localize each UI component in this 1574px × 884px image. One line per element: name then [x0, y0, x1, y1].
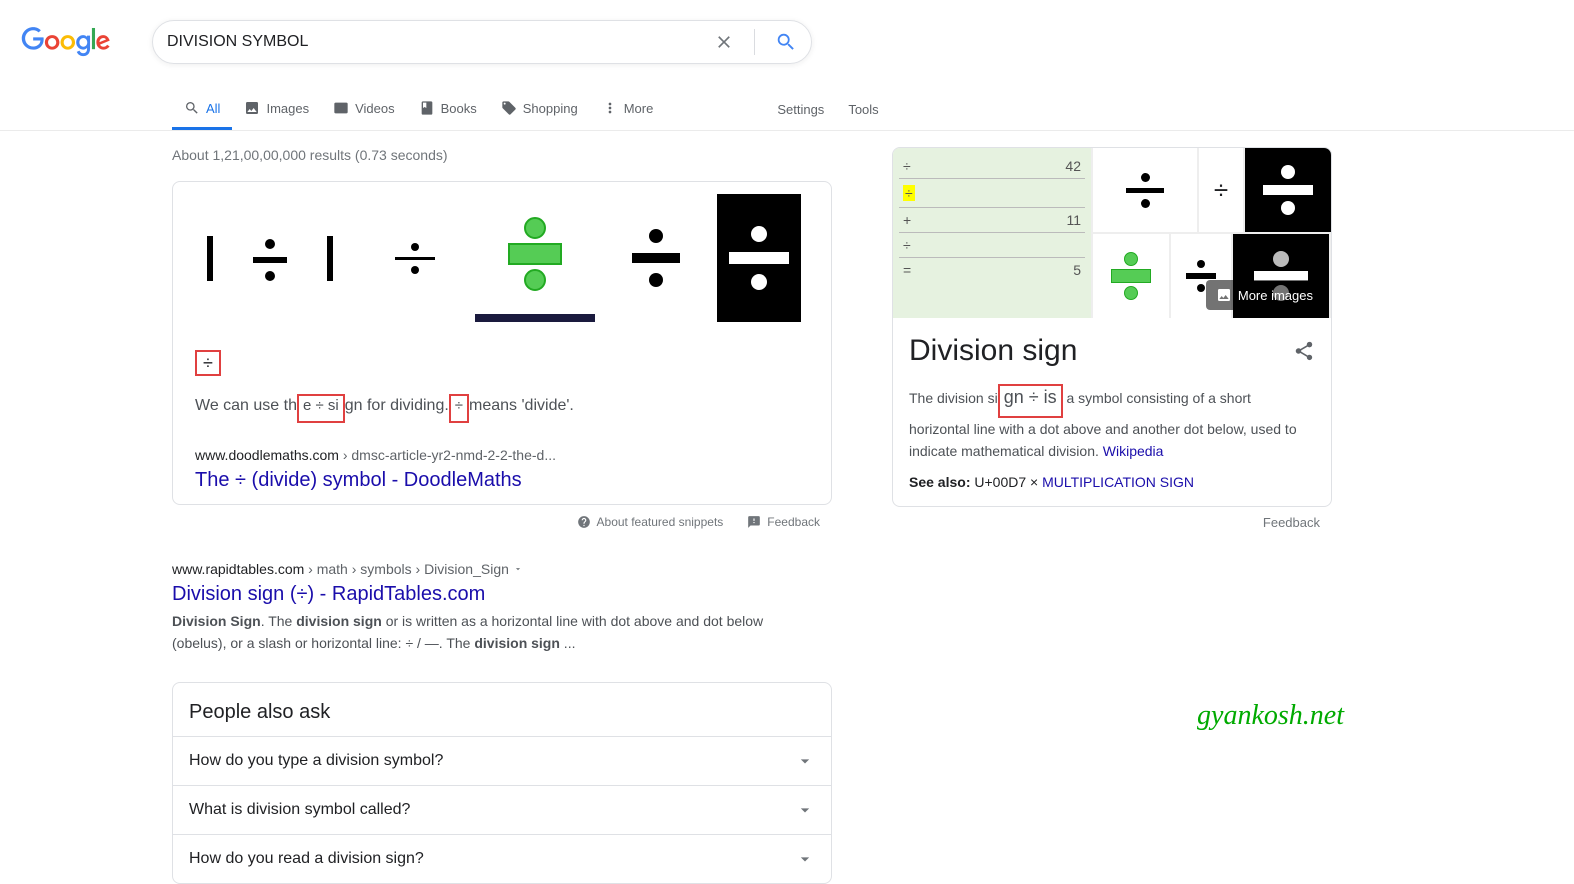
- tab-videos-label: Videos: [355, 101, 395, 116]
- knowledge-panel: ÷42 ÷ +11 ÷ =5 ÷: [892, 147, 1332, 507]
- see-also-link[interactable]: MULTIPLICATION SIGN: [1042, 474, 1194, 490]
- share-icon[interactable]: [1293, 340, 1315, 362]
- tab-shopping-label: Shopping: [523, 101, 578, 116]
- organic-result: www.rapidtables.com › math › symbols › D…: [172, 561, 832, 654]
- about-snippets-link[interactable]: About featured snippets: [577, 515, 724, 529]
- feedback-link[interactable]: Feedback: [747, 515, 820, 529]
- organic-title[interactable]: Division sign (÷) - RapidTables.com: [172, 583, 832, 606]
- search-input[interactable]: [167, 33, 714, 51]
- tools-link[interactable]: Tools: [848, 102, 878, 117]
- tab-shopping[interactable]: Shopping: [489, 88, 590, 130]
- paa-item[interactable]: What is division symbol called?: [173, 785, 831, 834]
- clear-icon[interactable]: [714, 32, 734, 52]
- chevron-down-icon: [795, 751, 815, 771]
- google-logo[interactable]: [20, 27, 112, 57]
- more-images-button[interactable]: More images: [1206, 280, 1323, 310]
- chevron-down-icon: [795, 800, 815, 820]
- kp-description: The division sign ÷ is a symbol consisti…: [893, 372, 1331, 462]
- result-stats: About 1,21,00,00,000 results (0.73 secon…: [172, 147, 832, 163]
- snippet-text: We can use the ÷ sign for dividing. ÷ me…: [195, 394, 819, 423]
- settings-link[interactable]: Settings: [777, 102, 824, 117]
- kp-feedback[interactable]: Feedback: [892, 515, 1320, 530]
- paa-item[interactable]: How do you read a division sign?: [173, 834, 831, 883]
- tab-videos[interactable]: Videos: [321, 88, 407, 130]
- featured-snippet: ÷ We can use the ÷ sign for dividing. ÷ …: [172, 181, 832, 505]
- search-bar[interactable]: [152, 20, 812, 64]
- wikipedia-link[interactable]: Wikipedia: [1103, 443, 1164, 459]
- kp-title: Division sign: [909, 334, 1077, 368]
- tab-more-label: More: [624, 101, 654, 116]
- tab-books-label: Books: [441, 101, 477, 116]
- tab-books[interactable]: Books: [407, 88, 489, 130]
- kp-images[interactable]: ÷42 ÷ +11 ÷ =5 ÷: [893, 148, 1331, 318]
- chevron-down-icon: [795, 849, 815, 869]
- people-also-ask: People also ask How do you type a divisi…: [172, 682, 832, 884]
- tab-all-label: All: [206, 101, 220, 116]
- featured-title[interactable]: The ÷ (divide) symbol - DoodleMaths: [195, 469, 819, 492]
- organic-desc: Division Sign. The division sign or is w…: [172, 610, 772, 654]
- tabs-row: All Images Videos Books Shopping More Se…: [0, 88, 1574, 131]
- tab-more[interactable]: More: [590, 88, 666, 130]
- kp-see-also: See also: U+00D7 × MULTIPLICATION SIGN: [893, 462, 1331, 506]
- tab-images[interactable]: Images: [232, 88, 321, 130]
- featured-cite: www.doodlemaths.com › dmsc-article-yr2-n…: [195, 447, 819, 463]
- organic-cite: www.rapidtables.com › math › symbols › D…: [172, 561, 832, 577]
- tab-images-label: Images: [266, 101, 309, 116]
- paa-item[interactable]: How do you type a division symbol?: [173, 736, 831, 785]
- paa-title: People also ask: [173, 683, 831, 736]
- watermark: gyankosh.net: [1197, 700, 1344, 732]
- symbol-badge: ÷: [195, 350, 221, 376]
- image-strip[interactable]: [185, 194, 819, 322]
- tab-all[interactable]: All: [172, 88, 232, 130]
- search-icon[interactable]: [775, 31, 797, 53]
